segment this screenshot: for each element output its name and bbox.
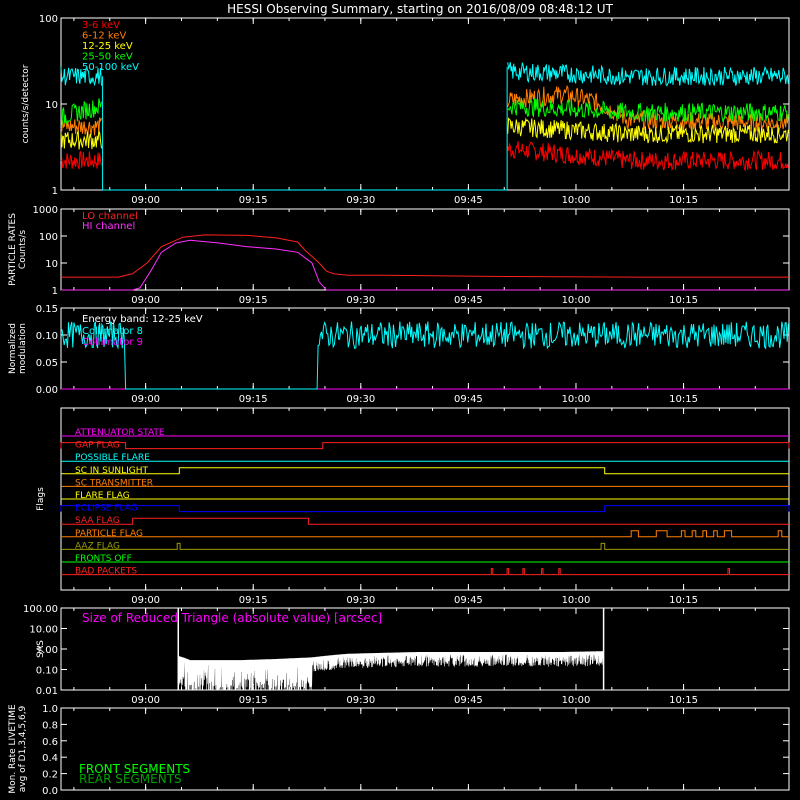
particle-ylabel: PARTICLE RATES	[8, 213, 18, 286]
sas-ytick-label: 10.00	[29, 625, 58, 636]
sas-annotation: Size of Reduced Triangle (absolute value…	[82, 611, 382, 625]
flags-xtick-label: 09:15	[239, 595, 268, 606]
counts-legend-3: 25-50 keV	[82, 52, 133, 63]
flag-line-6	[60, 505, 790, 513]
sas-ytick-label: 0.01	[36, 686, 58, 697]
modulation-xtick-label: 09:45	[454, 394, 483, 405]
counts-series-3	[60, 97, 789, 127]
particle-xtick-label: 10:15	[669, 295, 698, 306]
modulation-series-0	[60, 321, 789, 390]
counts-xtick-label: 10:15	[669, 195, 698, 206]
hessi-summary-canvas: HESSI Observing Summary, starting on 201…	[8, 2, 790, 797]
livetime-ylabel: avg of D1,3,4,5,6,9	[18, 705, 28, 792]
livetime-ytick-label: 1.0	[42, 704, 58, 715]
livetime-ylabel: Mon. Rate LIVETIME	[8, 704, 18, 794]
counts-xtick-label: 09:30	[346, 195, 375, 206]
particle-xtick-label: 10:00	[562, 295, 591, 306]
livetime-ytick-label: 0.8	[42, 720, 58, 731]
modulation-xtick-label: 09:15	[239, 394, 268, 405]
counts-xtick-label: 09:15	[239, 195, 268, 206]
livetime-ytick-label: 0.6	[42, 737, 58, 748]
particle-ytick-label: 1000	[33, 205, 58, 216]
flags-xtick-label: 10:00	[562, 595, 591, 606]
flags-xtick-label: 09:45	[454, 595, 483, 606]
modulation-ytick-label: 0.10	[36, 331, 58, 342]
sas-ytick-label: 0.10	[36, 666, 58, 677]
sas-ylabel: SAS	[36, 640, 46, 658]
flag-line-3	[61, 467, 789, 475]
particle-ylabel: Counts/s	[18, 230, 28, 269]
modulation-legend-0: Collimator 8	[82, 326, 143, 337]
modulation-ytick-label: 0.15	[36, 304, 58, 315]
plots-group: 09:00 09:15 09:30 09:45 10:00 10:15 1 10 100 coun…	[8, 14, 790, 797]
flag-line-9	[61, 542, 789, 550]
counts-legend-2: 12-25 keV	[82, 41, 133, 52]
sas-ytick-label: 100.00	[23, 604, 58, 615]
sas-xtick-label: 09:30	[346, 695, 375, 706]
modulation-xtick-label: 09:30	[346, 394, 375, 405]
modulation-ytick-label: 0.05	[36, 358, 58, 369]
chart-title: HESSI Observing Summary, starting on 201…	[227, 2, 613, 16]
flag-line-7	[61, 517, 789, 525]
sas-xtick-label: 10:00	[562, 695, 591, 706]
counts-legend-4: 50-100 keV	[82, 62, 139, 73]
counts-series-2	[60, 117, 789, 150]
modulation-ylabel: modulation	[18, 323, 28, 374]
sas-series	[178, 651, 604, 691]
counts-xtick-label: 09:00	[131, 195, 160, 206]
particle-xtick-label: 09:00	[131, 295, 160, 306]
counts-series-0	[60, 141, 789, 172]
particle-ytick-label: 100	[39, 232, 58, 243]
modulation-xtick-label: 10:15	[669, 394, 698, 405]
counts-ylabel: counts/s/detector	[21, 64, 31, 143]
livetime-ytick-label: 0.0	[42, 786, 58, 797]
livetime-legend-1: REAR SEGMENTS	[79, 772, 182, 786]
flag-line-11	[61, 568, 789, 576]
counts-ytick-label: 10	[45, 100, 58, 111]
particle-frame	[60, 208, 790, 291]
sas-xtick-label: 09:00	[131, 695, 160, 706]
modulation-xtick-label: 10:00	[562, 394, 591, 405]
sas-xtick-label: 10:15	[669, 695, 698, 706]
counts-legend-1: 6-12 keV	[82, 31, 126, 42]
particle-series-0	[61, 234, 789, 278]
sas-xtick-label: 09:45	[454, 695, 483, 706]
modulation-annotation: Energy band: 12-25 keV	[82, 314, 203, 325]
flag-line-8	[61, 530, 789, 538]
livetime-ytick-label: 0.2	[42, 770, 58, 781]
counts-legend-0: 3-6 keV	[82, 20, 120, 31]
flags-xtick-label: 10:15	[669, 595, 698, 606]
modulation-ytick-label: 0.00	[36, 385, 58, 396]
sas-xtick-label: 09:15	[239, 695, 268, 706]
modulation-xtick-label: 09:00	[131, 394, 160, 405]
particle-ytick-label: 1	[52, 286, 58, 297]
particle-ytick-label: 10	[45, 259, 58, 270]
modulation-ylabel: Normalized	[8, 323, 18, 374]
counts-series-4	[60, 62, 789, 87]
flags-xtick-label: 09:00	[131, 595, 160, 606]
flags-xtick-label: 09:30	[346, 595, 375, 606]
flag-line-1	[60, 442, 790, 450]
counts-xtick-label: 10:00	[562, 195, 591, 206]
particle-xtick-label: 09:15	[239, 295, 268, 306]
livetime-ytick-label: 0.4	[42, 753, 58, 764]
particle-xtick-label: 09:45	[454, 295, 483, 306]
particle-xtick-label: 09:30	[346, 295, 375, 306]
flags-ylabel: Flags	[36, 487, 46, 511]
counts-frame	[60, 17, 790, 191]
particle-series-1	[61, 239, 789, 291]
counts-ytick-label: 100	[39, 14, 58, 25]
modulation-legend-1: Collimator 9	[82, 337, 143, 348]
particle-legend-1: HI channel	[82, 221, 135, 232]
counts-xtick-label: 09:45	[454, 195, 483, 206]
counts-ytick-label: 1	[52, 186, 58, 197]
